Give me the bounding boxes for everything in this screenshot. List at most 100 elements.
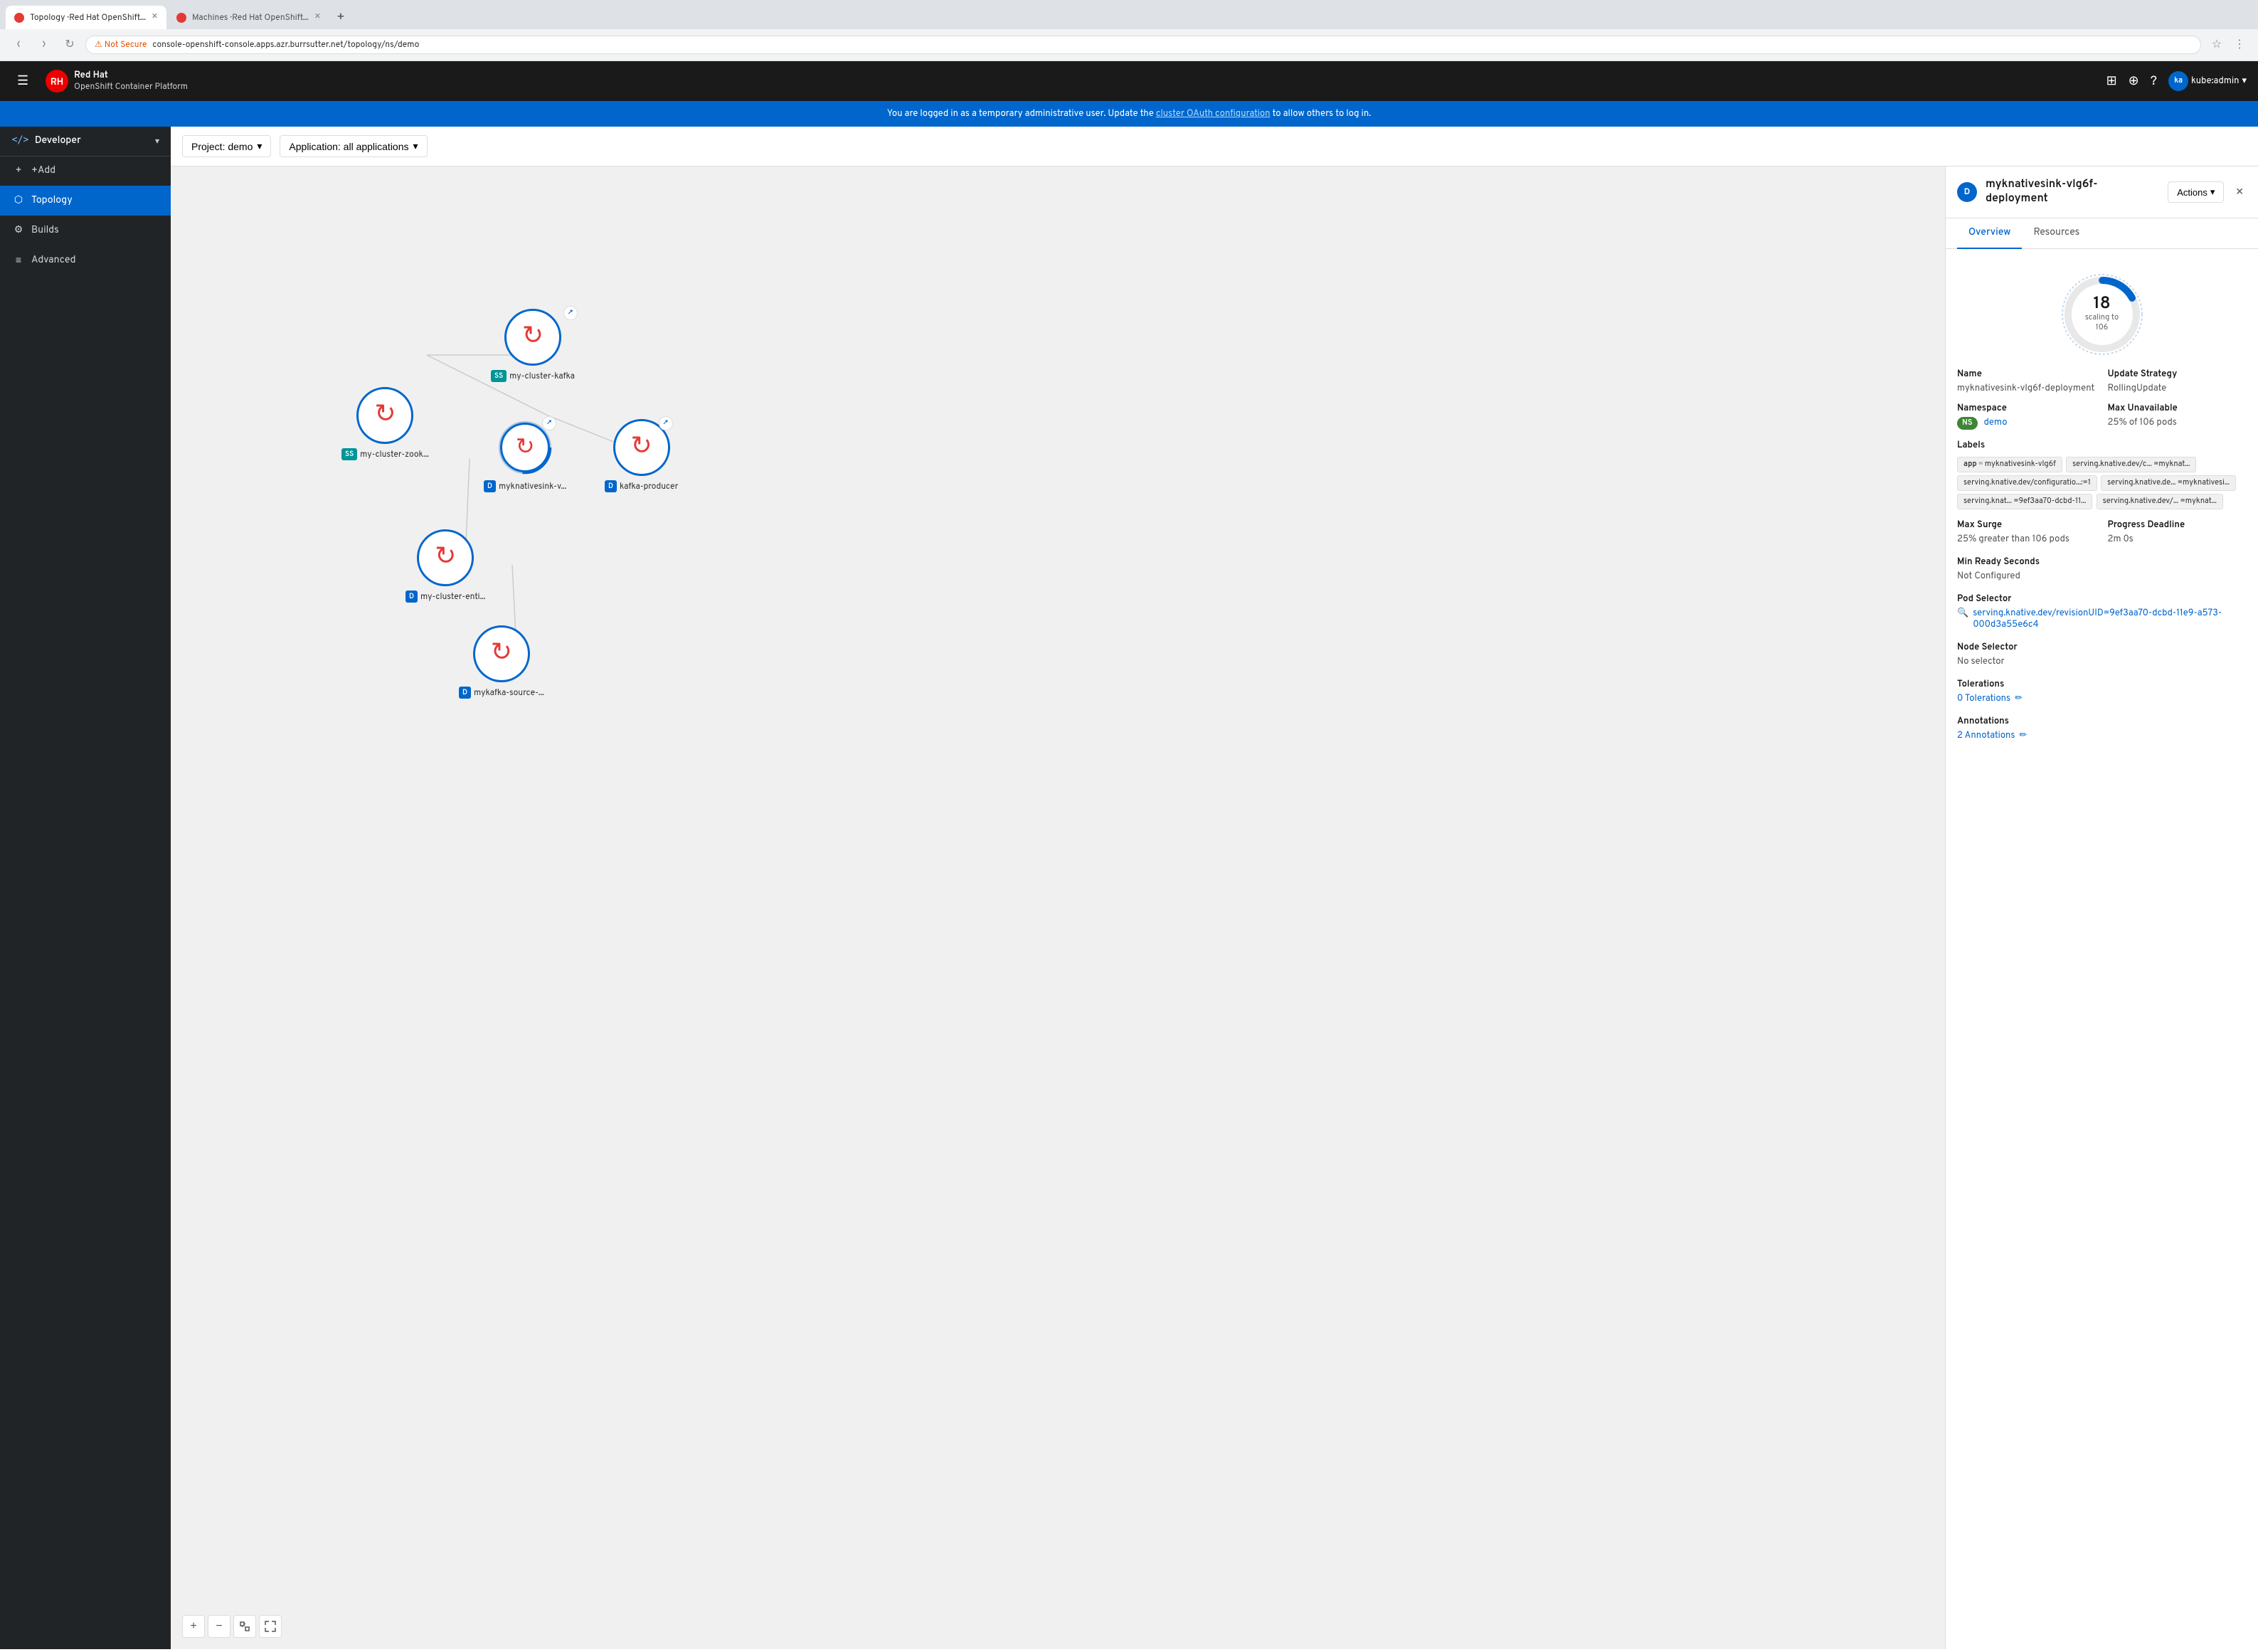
node-kafka-producer[interactable]: ↻ ↗ D kafka-producer: [605, 419, 678, 492]
annotations-link[interactable]: 2 Annotations: [1957, 730, 2015, 741]
label-key-0: app: [1963, 460, 1977, 470]
user-menu[interactable]: ka kube:admin ▾: [2168, 71, 2247, 91]
node-entity-operator-label: D my-cluster-enti...: [406, 591, 485, 603]
expand-button[interactable]: [259, 1615, 282, 1638]
application-label: Application: all applications: [289, 141, 408, 152]
plus-icon[interactable]: ⊕: [2129, 73, 2139, 90]
annotations-edit-icon[interactable]: ✏: [2019, 730, 2027, 741]
add-icon: +: [11, 165, 26, 177]
info-update-strategy: Update Strategy RollingUpdate: [2108, 369, 2247, 394]
avatar: ka: [2168, 71, 2188, 91]
address-bar[interactable]: ⚠ Not Secure console-openshift-console.a…: [85, 36, 2201, 54]
node-zookeeper[interactable]: ↻ SS my-cluster-zook...: [341, 387, 429, 460]
actions-button[interactable]: Actions ▾: [2168, 181, 2224, 203]
update-strategy-label: Update Strategy: [2108, 369, 2247, 380]
label-tag-2[interactable]: serving.knative.dev/configuratio...:=1: [1957, 475, 2097, 491]
detail-badge: D: [1957, 182, 1977, 202]
forward-button[interactable]: ›: [34, 35, 54, 55]
reload-button[interactable]: ↻: [60, 35, 80, 55]
sidebar-nav: + +Add ⬡ Topology ⚙ Builds ≡ Advanced: [0, 157, 171, 1649]
info-max-surge: Max Surge 25% greater than 106 pods: [1957, 519, 2097, 545]
label-5: serving.knative.dev/... =myknat...: [2103, 497, 2217, 507]
tab2-title: Machines · Red Hat OpenShift...: [192, 12, 309, 23]
project-dropdown[interactable]: Project: demo ▾: [182, 135, 271, 157]
grid-icon[interactable]: ⊞: [2106, 73, 2117, 90]
label-tag-1[interactable]: serving.knative.dev/c... =myknat...: [2066, 457, 2196, 472]
label-tag-0[interactable]: app = myknativesink-vlg6f: [1957, 457, 2062, 472]
ns-badge: NS: [1957, 417, 1978, 430]
bookmark-button[interactable]: ☆: [2207, 35, 2227, 55]
extensions-button[interactable]: ⋮: [2230, 35, 2249, 55]
tab-close-btn[interactable]: ×: [152, 11, 158, 23]
labels-title: Labels: [1957, 440, 2247, 451]
node-kafka-label: SS my-cluster-kafka: [491, 370, 575, 382]
node-kafka-producer-wrapper: ↻ ↗: [613, 419, 670, 476]
kafka-label-text: my-cluster-kafka: [509, 371, 575, 382]
project-dropdown-icon: ▾: [257, 140, 262, 152]
node-mykafka-source[interactable]: ↻ D mykafka-source-...: [459, 625, 544, 699]
sidebar-item-topology[interactable]: ⬡ Topology: [0, 186, 171, 216]
namespace-link[interactable]: demo: [1984, 417, 2008, 428]
back-button[interactable]: ‹: [9, 35, 28, 55]
new-tab-button[interactable]: +: [331, 8, 351, 28]
project-label: Project: demo: [191, 141, 253, 152]
kafka-producer-external-link[interactable]: ↗: [659, 416, 673, 430]
actions-dropdown-icon: ▾: [2210, 186, 2215, 198]
topology-wrapper: ↻ ↗ SS my-cluster-kafka ↻: [171, 166, 2258, 1649]
help-icon[interactable]: ?: [2151, 73, 2157, 90]
fit-icon: [239, 1621, 250, 1632]
label-tag-5[interactable]: serving.knative.dev/... =myknat...: [2097, 494, 2223, 509]
hamburger-menu[interactable]: ☰: [11, 68, 34, 95]
page-toolbar: Project: demo ▾ Application: all applica…: [171, 127, 2258, 166]
label-tag-4[interactable]: serving.knat... =9ef3aa70-dcbd-11...: [1957, 494, 2092, 509]
node-myknativesink[interactable]: ↻ ↗ D myknativesink-v...: [484, 419, 566, 492]
tolerations-edit-icon[interactable]: ✏: [2015, 693, 2023, 704]
active-tab[interactable]: Topology · Red Hat OpenShift... ×: [6, 6, 166, 29]
node-selector-section: Node Selector No selector: [1957, 642, 2247, 667]
info-grid-top: Name myknativesink-vlg6f-deployment Upda…: [1957, 369, 2247, 394]
application-dropdown[interactable]: Application: all applications ▾: [280, 135, 427, 157]
info-progress-deadline: Progress Deadline 2m 0s: [2108, 519, 2247, 545]
name-value: myknativesink-vlg6f-deployment: [1957, 383, 2097, 394]
node-kafka[interactable]: ↻ ↗ SS my-cluster-kafka: [491, 309, 575, 382]
topology-canvas[interactable]: ↻ ↗ SS my-cluster-kafka ↻: [171, 166, 1945, 1649]
top-bar-actions: ⊞ ⊕ ? ka kube:admin ▾: [2106, 71, 2247, 91]
kafka-badge: SS: [491, 370, 507, 382]
mykafka-source-label-text: mykafka-source-...: [474, 687, 544, 699]
sidebar: </> Developer ▾ + +Add ⬡ Topology ⚙ Buil…: [0, 127, 171, 1649]
browser-tabs: Topology · Red Hat OpenShift... × Machin…: [0, 0, 2258, 29]
main-content: </> Developer ▾ + +Add ⬡ Topology ⚙ Buil…: [0, 127, 2258, 1649]
url-text: console-openshift-console.apps.azr.burrs…: [152, 39, 419, 51]
namespace-value: NS demo: [1957, 417, 2097, 428]
user-label: kube:admin: [2191, 75, 2239, 87]
perspective-switcher[interactable]: </> Developer ▾: [0, 127, 171, 157]
sidebar-item-advanced[interactable]: ≡ Advanced: [0, 245, 171, 276]
close-button[interactable]: ×: [2232, 181, 2247, 203]
pod-selector-link[interactable]: 🔍 serving.knative.dev/revisionUID=9ef3aa…: [1957, 608, 2247, 630]
sidebar-item-add[interactable]: + +Add: [0, 157, 171, 186]
donut-value: 18: [2081, 296, 2124, 313]
inactive-tab[interactable]: Machines · Red Hat OpenShift... ×: [168, 6, 329, 29]
fit-button[interactable]: [233, 1615, 256, 1638]
tolerations-link[interactable]: 0 Tolerations: [1957, 693, 2010, 704]
kafka-producer-badge: D: [605, 480, 617, 492]
donut-subtitle: scaling to 106: [2081, 313, 2124, 333]
user-dropdown-icon: ▾: [2242, 75, 2247, 87]
banner-link[interactable]: cluster OAuth configuration: [1156, 108, 1271, 120]
tab-overview[interactable]: Overview: [1957, 218, 2022, 249]
tab2-close-btn[interactable]: ×: [314, 11, 321, 23]
zoom-in-button[interactable]: +: [182, 1615, 205, 1638]
zoom-out-button[interactable]: −: [208, 1615, 230, 1638]
mykafka-source-badge: D: [459, 687, 471, 699]
label-val-0: myknativesink-vlg6f: [1985, 460, 2056, 470]
sidebar-item-builds-label: Builds: [31, 225, 59, 237]
myknativesink-external-link[interactable]: ↗: [542, 416, 556, 430]
label-tag-3[interactable]: serving.knative.de... =myknativesi...: [2101, 475, 2236, 491]
perspective-icon: </>: [11, 135, 29, 147]
kafka-external-link[interactable]: ↗: [563, 306, 578, 320]
tab-resources[interactable]: Resources: [2022, 218, 2091, 249]
app: ☰ RH Red Hat OpenShift Container Platfor…: [0, 61, 2258, 1649]
kafka-icon: ↻: [522, 321, 544, 354]
sidebar-item-builds[interactable]: ⚙ Builds: [0, 216, 171, 245]
node-entity-operator[interactable]: ↻ D my-cluster-enti...: [406, 529, 485, 603]
